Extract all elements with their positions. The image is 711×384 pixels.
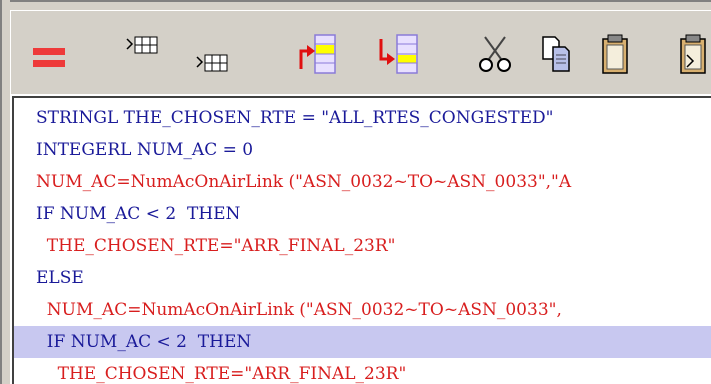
code-line[interactable]: NUM_AC=NumAcOnAirLink ("ASN_0032~TO~ASN_… <box>14 294 711 326</box>
code-line[interactable]: IF NUM_AC < 2 THEN <box>14 198 711 230</box>
paste-special-icon <box>680 34 706 74</box>
script-editor[interactable]: STRINGL THE_CHOSEN_RTE = "ALL_RTES_CONGE… <box>12 96 711 384</box>
cut-button[interactable] <box>475 33 515 75</box>
code-line[interactable]: STRINGL THE_CHOSEN_RTE = "ALL_RTES_CONGE… <box>14 102 711 134</box>
toolbar <box>10 10 711 94</box>
paste-special-button[interactable] <box>677 33 711 75</box>
move-up-button[interactable] <box>295 33 339 75</box>
insert-row-below-icon <box>196 54 228 72</box>
copy-button[interactable] <box>539 33 575 75</box>
insert-row-above-button[interactable] <box>123 33 163 75</box>
insert-row-above-icon <box>126 36 158 54</box>
code-line[interactable]: THE_CHOSEN_RTE="ARR_FINAL_23R" <box>14 230 711 262</box>
scissors-icon <box>479 36 511 72</box>
code-line[interactable]: THE_CHOSEN_RTE="ARR_FINAL_23R" <box>14 358 711 384</box>
copy-icon <box>542 36 570 72</box>
move-up-icon <box>299 34 336 74</box>
clipboard-icon <box>602 34 628 74</box>
equals-icon <box>33 48 65 67</box>
insert-row-below-button[interactable] <box>191 33 235 75</box>
paste-button[interactable] <box>597 33 633 75</box>
code-line[interactable]: IF NUM_AC < 2 THEN <box>14 326 711 358</box>
window-frame-left <box>0 0 10 384</box>
code-line[interactable]: NUM_AC=NumAcOnAirLink ("ASN_0032~TO~ASN_… <box>14 166 711 198</box>
equals-button[interactable] <box>27 33 71 75</box>
code-line[interactable]: ELSE <box>14 262 711 294</box>
move-down-icon <box>379 34 418 74</box>
window-frame-top <box>0 0 711 10</box>
code-line[interactable]: INTEGERL NUM_AC = 0 <box>14 134 711 166</box>
move-down-button[interactable] <box>375 33 421 75</box>
